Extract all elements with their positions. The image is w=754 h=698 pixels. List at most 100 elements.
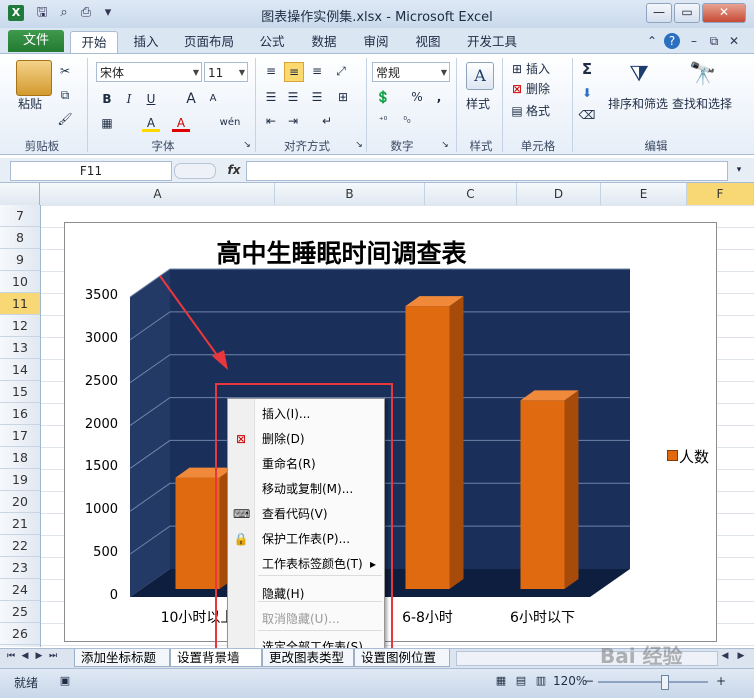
tab-home[interactable]: 开始 (70, 31, 118, 53)
find-select-icon[interactable]: 🔭 (688, 60, 718, 90)
tab-view[interactable]: 视图 (406, 31, 450, 52)
column-header-f[interactable]: F (687, 183, 754, 205)
row-header[interactable]: 10 (0, 271, 40, 293)
fill-color-button[interactable]: A (142, 114, 160, 132)
zoom-slider-track[interactable] (598, 681, 708, 683)
close-button[interactable]: ✕ (702, 3, 746, 23)
formula-input[interactable] (246, 161, 728, 181)
align-top-icon[interactable]: ≡ (262, 62, 280, 80)
fill-down-icon[interactable]: ⬇ (578, 84, 596, 102)
normal-view-icon[interactable]: ▦ (492, 672, 510, 690)
increase-decimal-icon[interactable]: ⁺⁰ (374, 112, 392, 130)
autosum-button[interactable]: Σ (578, 60, 596, 78)
scroll-right-icon[interactable]: ▶ (736, 651, 746, 661)
grow-font-button[interactable]: A (182, 90, 200, 108)
align-middle-icon[interactable]: ≡ (284, 62, 304, 82)
insert-cells-label[interactable]: 插入 (526, 61, 550, 77)
clear-icon[interactable]: ⌫ (578, 106, 596, 124)
styles-button-label[interactable]: 样式 (466, 96, 490, 112)
row-header[interactable]: 15 (0, 381, 40, 403)
find-select-label[interactable]: 查找和选择 (672, 96, 732, 112)
row-header[interactable]: 23 (0, 557, 40, 579)
select-all-corner[interactable] (0, 183, 40, 205)
row-header[interactable]: 9 (0, 249, 40, 271)
column-header-d[interactable]: D (517, 183, 601, 205)
column-header-c[interactable]: C (425, 183, 517, 205)
currency-icon[interactable]: 💲 (374, 88, 392, 106)
delete-cells-icon[interactable]: ⊠ (508, 80, 526, 98)
row-header[interactable]: 17 (0, 425, 40, 447)
orientation-icon[interactable]: ⤢ (332, 62, 350, 80)
context-menu-item[interactable]: 保护工作表(P)... (262, 528, 350, 550)
tab-review[interactable]: 审阅 (354, 31, 398, 52)
context-menu-item[interactable]: 删除(D) (262, 428, 305, 450)
context-menu-item[interactable]: 重命名(R) (262, 453, 316, 475)
number-format-combo[interactable]: 常规 ▼ (372, 62, 450, 82)
row-header[interactable]: 20 (0, 491, 40, 513)
tab-data[interactable]: 数据 (302, 31, 346, 52)
borders-icon[interactable]: ▦ (98, 114, 116, 132)
prev-sheet-icon[interactable]: ◀ (20, 651, 30, 661)
page-break-view-icon[interactable]: ▥ (532, 672, 550, 690)
help-icon[interactable]: ? (664, 33, 680, 49)
decrease-indent-icon[interactable]: ⇤ (262, 112, 280, 130)
formula-bar-expand-handle[interactable] (174, 163, 216, 179)
underline-button[interactable]: U (142, 90, 160, 108)
context-menu-item[interactable]: 插入(I)... (262, 403, 310, 425)
row-header[interactable]: 14 (0, 359, 40, 381)
minimize-button[interactable]: — (646, 3, 672, 23)
sheet-tab-legend-position[interactable]: 设置图例位置 (354, 649, 450, 667)
paste-icon[interactable] (16, 60, 52, 96)
tab-file[interactable]: 文件 (8, 30, 64, 52)
next-sheet-icon[interactable]: ▶ (34, 651, 44, 661)
scroll-left-icon[interactable]: ◀ (720, 651, 730, 661)
align-bottom-icon[interactable]: ≡ (308, 62, 326, 80)
align-right-icon[interactable]: ☰ (308, 88, 326, 106)
row-header[interactable]: 19 (0, 469, 40, 491)
zoom-out-icon[interactable]: − (580, 672, 598, 690)
column-header-a[interactable]: A (41, 183, 275, 205)
tab-formulas[interactable]: 公式 (250, 31, 294, 52)
shrink-font-button[interactable]: A (204, 90, 222, 108)
font-name-combo[interactable]: 宋体 ▼ (96, 62, 202, 82)
sort-filter-icon[interactable]: ⧩ (624, 60, 654, 90)
increase-indent-icon[interactable]: ⇥ (284, 112, 302, 130)
zoom-slider-thumb[interactable] (661, 675, 669, 690)
row-header[interactable]: 7 (0, 205, 40, 227)
delete-cells-label[interactable]: 删除 (526, 81, 550, 97)
first-sheet-icon[interactable]: ⏮ (6, 651, 16, 661)
macro-record-icon[interactable]: ▣ (56, 672, 74, 690)
row-header[interactable]: 24 (0, 579, 40, 601)
row-header[interactable]: 11 (0, 293, 40, 315)
row-header[interactable]: 18 (0, 447, 40, 469)
sheet-tab-set-background[interactable]: 设置背景墙 (170, 649, 262, 667)
sheet-tab-add-axis-title[interactable]: 添加坐标标题 (74, 649, 170, 667)
legend-entry[interactable]: 人数 (679, 446, 709, 467)
percent-button[interactable]: % (408, 88, 426, 106)
restore-button[interactable]: ▭ (674, 3, 700, 23)
sheet-tab-change-chart-type[interactable]: 更改图表类型 (262, 649, 354, 667)
page-layout-view-icon[interactable]: ▤ (512, 672, 530, 690)
restore-workbook-icon[interactable]: ⧉ (706, 33, 722, 49)
dialog-launcher-icon[interactable]: ↘ (238, 136, 256, 154)
context-menu-item[interactable]: 查看代码(V) (262, 503, 328, 525)
row-header[interactable]: 12 (0, 315, 40, 337)
font-size-combo[interactable]: 11 ▼ (204, 62, 248, 82)
row-header[interactable]: 26 (0, 623, 40, 645)
minimize-workbook-icon[interactable]: – (686, 33, 702, 49)
row-header[interactable]: 25 (0, 601, 40, 623)
zoom-in-icon[interactable]: + (712, 672, 730, 690)
format-cells-icon[interactable]: ▤ (508, 102, 526, 120)
row-header[interactable]: 13 (0, 337, 40, 359)
paste-button-label[interactable]: 粘贴 (18, 96, 42, 112)
row-header[interactable]: 21 (0, 513, 40, 535)
name-box[interactable]: F11 (10, 161, 172, 181)
wrap-text-icon[interactable]: ↵ (318, 112, 336, 130)
last-sheet-icon[interactable]: ⏭ (48, 651, 58, 661)
tab-developer[interactable]: 开发工具 (458, 31, 526, 52)
context-menu-item[interactable]: 移动或复制(M)... (262, 478, 353, 500)
bold-button[interactable]: B (98, 90, 116, 108)
copy-icon[interactable]: ⧉ (56, 86, 74, 104)
align-left-icon[interactable]: ☰ (262, 88, 280, 106)
styles-icon[interactable]: A (466, 62, 494, 90)
